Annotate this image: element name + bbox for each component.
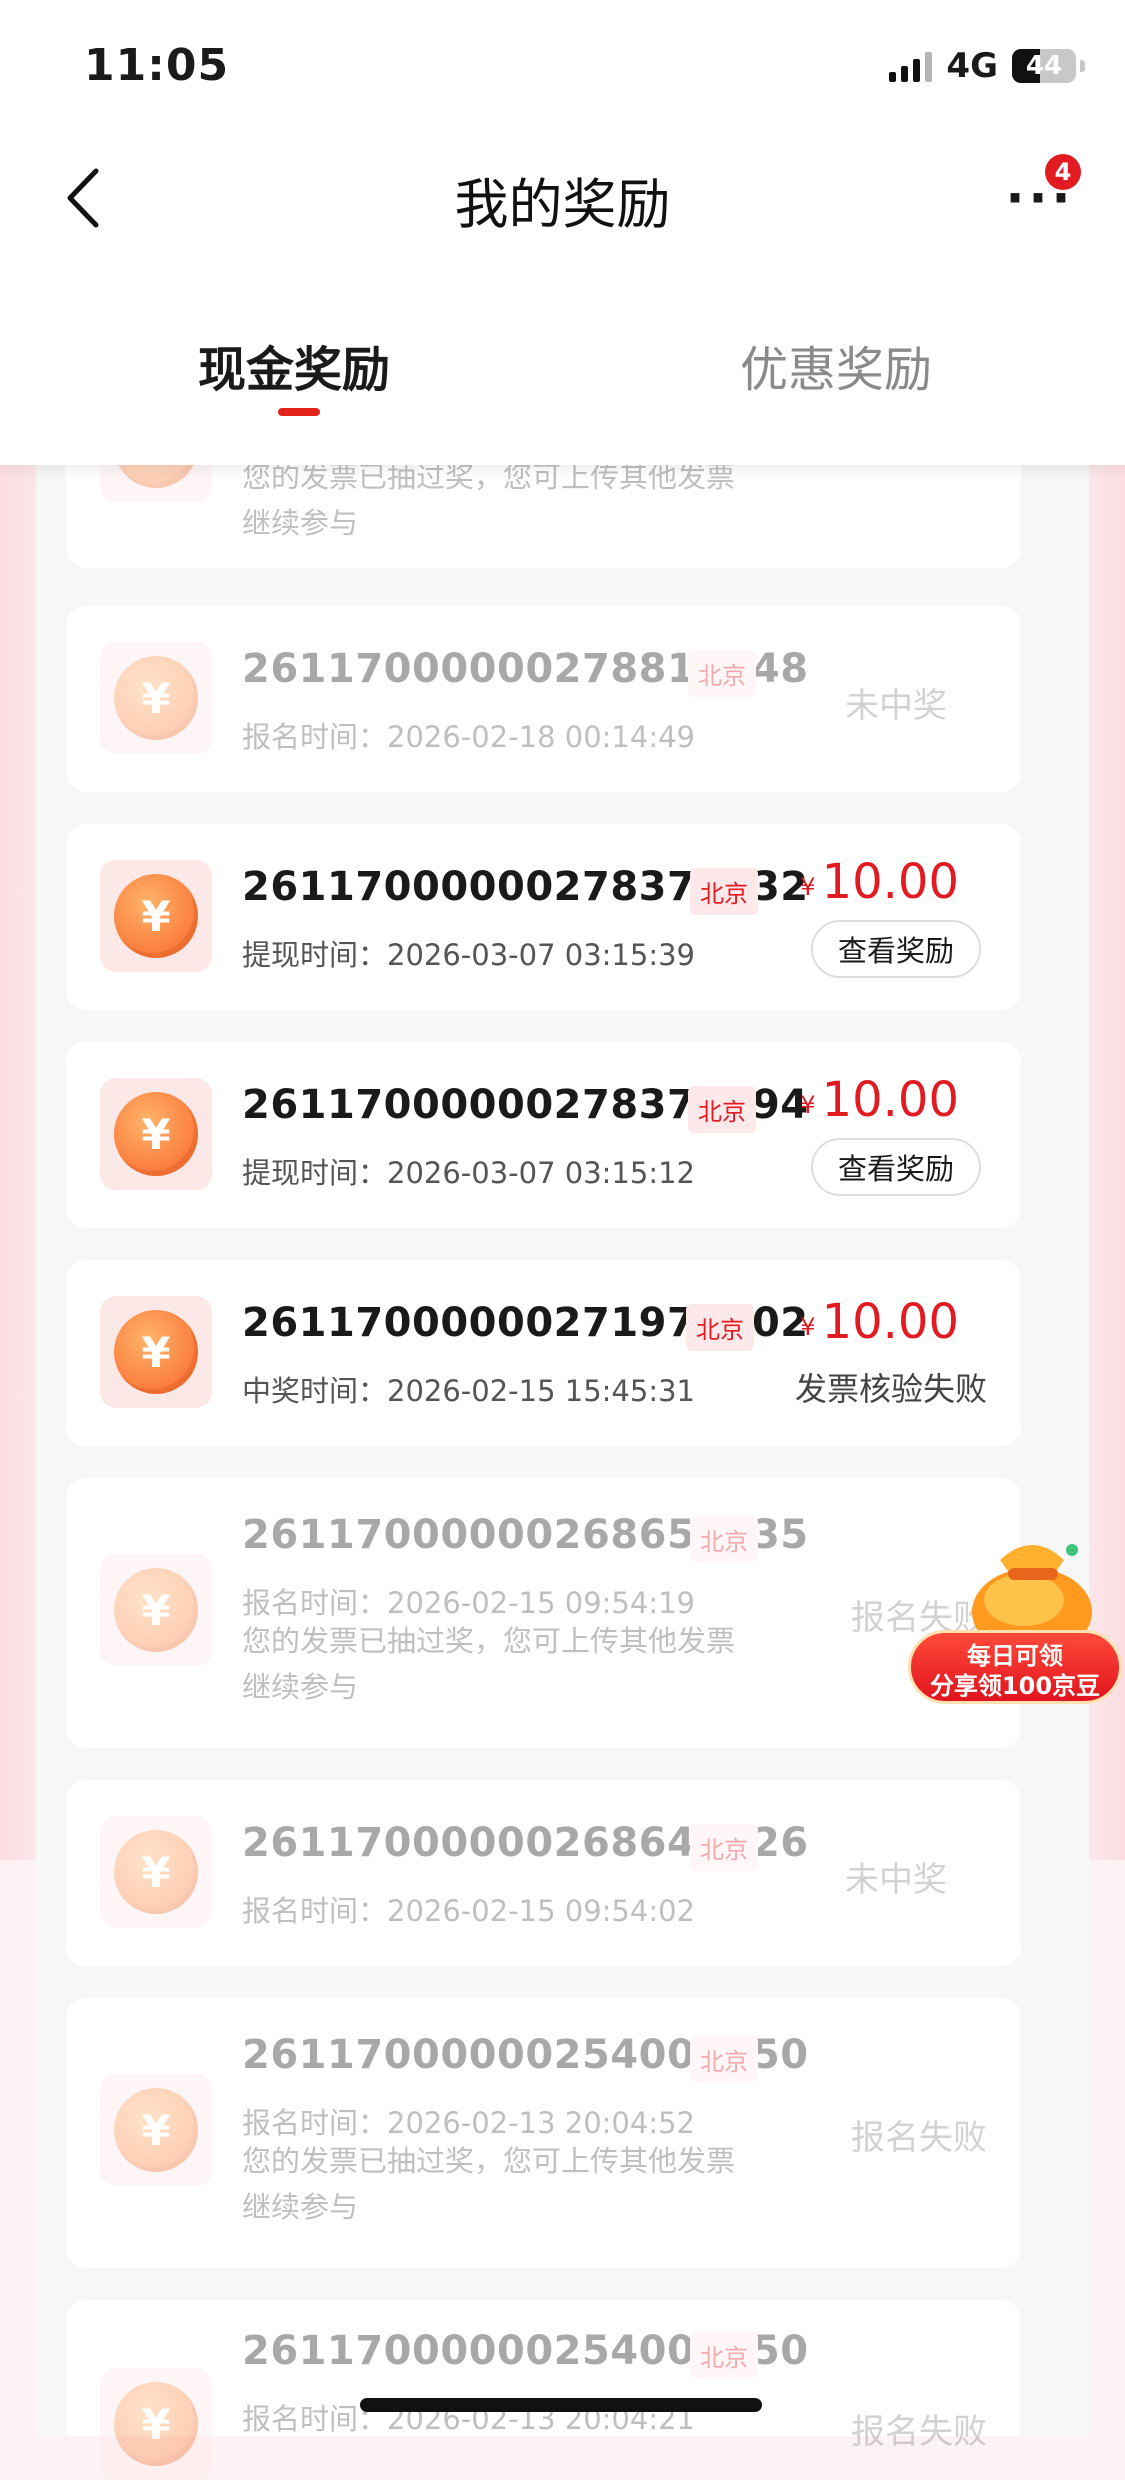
battery-tip	[1080, 60, 1085, 72]
coin-icon: ¥	[100, 2368, 212, 2480]
coin-icon: ¥	[100, 860, 212, 972]
page-title: 我的奖励	[454, 173, 671, 236]
reward-card[interactable]: ¥ 26117000000254002050 北京 报名时间：2026-02-1…	[66, 1998, 1021, 2268]
cellular-signal-icon	[889, 50, 933, 82]
notification-badge: 4	[1045, 154, 1081, 190]
status-label: 未中奖	[845, 1860, 947, 1900]
city-tag: 北京	[686, 1304, 754, 1351]
status-icons: 4G 44	[889, 46, 1085, 86]
reward-card[interactable]: ¥ 26117000000268657835 北京 报名时间：2026-02-1…	[66, 1478, 1021, 1748]
reward-card[interactable]: ¥ 26117000000254002050 北京 报名时间：2026-02-1…	[66, 2300, 1021, 2480]
coin-icon: ¥	[100, 2074, 212, 2186]
card-time: 报名时间：2026-02-13 20:04:52	[242, 2106, 695, 2140]
card-note: 您的发票已抽过奖，您可上传其他发票 继续参与	[242, 1624, 736, 1704]
status-time: 11:05	[84, 40, 230, 91]
status-label: 发票核验失败	[794, 1370, 987, 1408]
card-time: 报名时间：2026-02-18 00:14:49	[242, 720, 695, 754]
coin-icon: ¥	[100, 1816, 212, 1928]
card-time: 报名时间：2026-02-15 09:54:02	[242, 1894, 695, 1928]
city-tag: 北京	[690, 2332, 758, 2379]
reward-card[interactable]: ¥ 26117000000278815348 北京 报名时间：2026-02-1…	[66, 606, 1021, 792]
card-note: 您的发票已抽过奖，您可上传其他发票 继续参与	[242, 460, 736, 540]
status-label: 未中奖	[845, 686, 947, 726]
more-button[interactable]: ··· 4	[995, 154, 1085, 236]
city-tag: 北京	[690, 1516, 758, 1563]
battery-icon: 44	[1012, 49, 1076, 83]
city-tag: 北京	[690, 1824, 758, 1871]
card-time: 提现时间：2026-03-07 03:15:12	[242, 1156, 695, 1190]
active-tab-indicator	[278, 408, 320, 416]
network-type: 4G	[946, 46, 998, 86]
reward-card[interactable]: ¥ 26117000000278378332 北京 提现时间：2026-03-0…	[66, 824, 1021, 1010]
reward-amount: ¥10.00	[800, 854, 959, 910]
city-tag: 北京	[688, 650, 756, 697]
card-time: 报名时间：2026-02-15 09:54:19	[242, 1586, 695, 1620]
card-time: 中奖时间：2026-02-15 15:45:31	[242, 1374, 695, 1408]
city-tag: 北京	[690, 2036, 758, 2083]
home-indicator	[360, 2398, 762, 2412]
tab-cash-reward[interactable]: 现金奖励	[198, 330, 390, 400]
page-header: 11:05 4G 44 我的奖励 ··· 4 现金奖励 优惠奖励	[0, 0, 1125, 465]
reward-amount: ¥10.00	[800, 1072, 959, 1128]
card-time: 提现时间：2026-03-07 03:15:39	[242, 938, 695, 972]
city-tag: 北京	[690, 868, 758, 915]
promo-label: 每日可领 分享领100京豆	[908, 1630, 1122, 1704]
reward-card[interactable]: ¥ 26117000000271975202 北京 中奖时间：2026-02-1…	[66, 1260, 1021, 1446]
coin-icon: ¥	[100, 1554, 212, 1666]
reward-card[interactable]: ¥ 26117000000268645926 北京 报名时间：2026-02-1…	[66, 1780, 1021, 1966]
coin-icon: ¥	[100, 1078, 212, 1190]
view-reward-button[interactable]: 查看奖励	[811, 920, 981, 978]
reward-amount: ¥10.00	[800, 1294, 959, 1350]
jingdou-promo-float[interactable]: 每日可领 分享领100京豆	[908, 1520, 1124, 1708]
view-reward-button[interactable]: 查看奖励	[811, 1138, 981, 1196]
city-tag: 北京	[688, 1086, 756, 1133]
coin-icon: ¥	[100, 642, 212, 754]
status-label: 报名失败	[851, 2412, 987, 2452]
reward-card[interactable]: ¥ 26117000000278377694 北京 提现时间：2026-03-0…	[66, 1042, 1021, 1228]
status-label: 报名失败	[851, 2118, 987, 2158]
coin-icon: ¥	[100, 1296, 212, 1408]
card-note: 您的发票已抽过奖，您可上传其他发票 继续参与	[242, 2144, 736, 2224]
tab-coupon-reward[interactable]: 优惠奖励	[740, 330, 932, 400]
